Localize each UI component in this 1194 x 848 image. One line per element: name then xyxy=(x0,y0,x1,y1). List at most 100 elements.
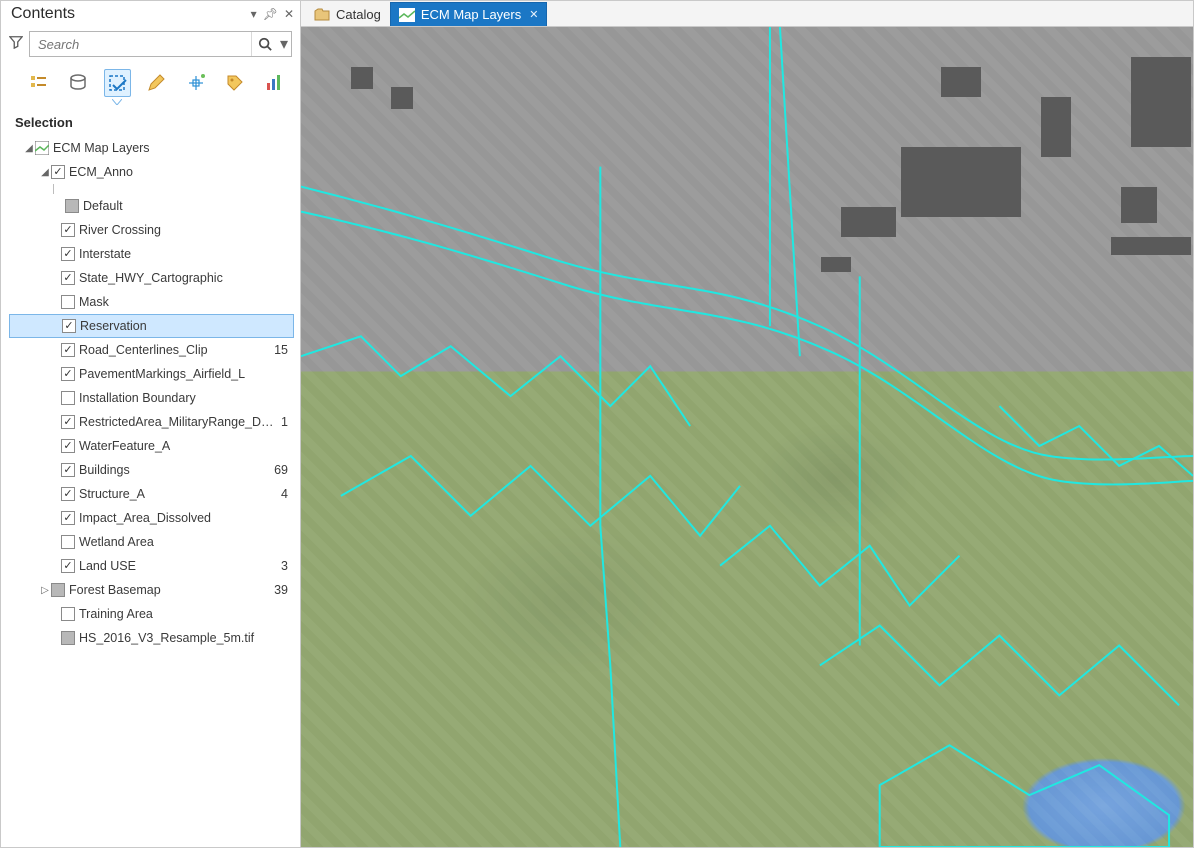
tree-root-label: ECM Map Layers xyxy=(53,141,288,155)
tree-connector xyxy=(53,184,294,194)
contents-panel: Contents ▾ 📌︎ ✕ ▾ Selection ◢ xyxy=(1,1,301,847)
tab-catalog[interactable]: Catalog xyxy=(305,2,390,26)
layer-checkbox[interactable] xyxy=(61,223,75,237)
search-box: ▾ xyxy=(29,31,292,57)
pin-icon[interactable]: 📌︎ xyxy=(263,7,278,21)
layer-label: Training Area xyxy=(79,607,288,621)
feature-count: 39 xyxy=(268,583,288,597)
layer-checkbox[interactable] xyxy=(61,295,75,309)
tree-root[interactable]: ◢ ECM Map Layers xyxy=(9,136,294,160)
layer-row[interactable]: Interstate xyxy=(9,242,294,266)
tree-item-training[interactable]: Training Area xyxy=(9,602,294,626)
layer-row[interactable]: Structure_A4 xyxy=(9,482,294,506)
tree-item-raster[interactable]: HS_2016_V3_Resample_5m.tif xyxy=(9,626,294,650)
layer-checkbox[interactable] xyxy=(61,535,75,549)
layer-checkbox[interactable] xyxy=(61,343,75,357)
panel-header-controls: ▾ 📌︎ ✕ xyxy=(251,7,294,21)
layer-label: RestrictedArea_MilitaryRange_Dissolve xyxy=(79,415,275,429)
view-tabbar: Catalog ECM Map Layers ✕ xyxy=(301,1,1193,27)
layer-checkbox[interactable] xyxy=(61,607,75,621)
layer-checkbox[interactable] xyxy=(61,487,75,501)
tree-item-default[interactable]: Default xyxy=(9,194,294,218)
list-by-selection-icon[interactable] xyxy=(104,69,131,97)
close-tab-icon[interactable]: ✕ xyxy=(529,8,538,21)
tab-map-layers[interactable]: ECM Map Layers ✕ xyxy=(390,2,548,26)
layer-checkbox[interactable] xyxy=(62,319,76,333)
collapse-icon[interactable]: ◢ xyxy=(39,167,51,178)
layer-row[interactable]: River Crossing xyxy=(9,218,294,242)
main-area: Catalog ECM Map Layers ✕ xyxy=(301,1,1193,847)
layer-row[interactable]: Land USE3 xyxy=(9,554,294,578)
layer-row[interactable]: RestrictedArea_MilitaryRange_Dissolve1 xyxy=(9,410,294,434)
menu-dropdown-icon[interactable]: ▾ xyxy=(251,7,257,21)
layer-label: Reservation xyxy=(80,319,281,333)
search-input[interactable] xyxy=(30,37,251,52)
collapse-icon[interactable]: ◢ xyxy=(23,143,35,154)
layer-label: ECM_Anno xyxy=(69,165,288,179)
layer-label: HS_2016_V3_Resample_5m.tif xyxy=(79,631,288,645)
layer-label: Road_Centerlines_Clip xyxy=(79,343,268,357)
layer-row[interactable]: Reservation xyxy=(9,314,294,338)
layer-checkbox[interactable] xyxy=(61,415,75,429)
layer-checkbox[interactable] xyxy=(61,391,75,405)
list-by-source-icon[interactable] xyxy=(64,69,91,97)
layer-checkbox[interactable] xyxy=(61,559,75,573)
layer-row[interactable]: Mask xyxy=(9,290,294,314)
layer-row[interactable]: Installation Boundary xyxy=(9,386,294,410)
tree-group-forest[interactable]: ▷ Forest Basemap 39 xyxy=(9,578,294,602)
feature-count: 1 xyxy=(275,415,288,429)
layer-row[interactable]: State_HWY_Cartographic xyxy=(9,266,294,290)
layer-checkbox[interactable] xyxy=(51,165,65,179)
layer-row[interactable]: Buildings69 xyxy=(9,458,294,482)
section-label: Selection xyxy=(1,105,300,136)
layer-label: Interstate xyxy=(79,247,282,261)
layer-checkbox[interactable] xyxy=(61,271,75,285)
symbol-swatch xyxy=(61,631,75,645)
list-by-snapping-icon[interactable] xyxy=(182,69,209,97)
tab-label: ECM Map Layers xyxy=(421,7,521,22)
layer-label: Land USE xyxy=(79,559,275,573)
layer-list: River Crossing Interstate State_HWY_Cartog… xyxy=(9,218,294,578)
layer-label: Default xyxy=(83,199,288,213)
layer-row[interactable]: Wetland Area xyxy=(9,530,294,554)
layer-label: Impact_Area_Dissolved xyxy=(79,511,282,525)
layer-checkbox[interactable] xyxy=(61,367,75,381)
layer-checkbox[interactable] xyxy=(61,247,75,261)
layer-label: Structure_A xyxy=(79,487,275,501)
filter-icon[interactable] xyxy=(9,35,23,54)
layer-row[interactable]: Road_Centerlines_Clip15 xyxy=(9,338,294,362)
feature-count: 69 xyxy=(268,463,288,477)
layer-label: WaterFeature_A xyxy=(79,439,282,453)
layer-label: Forest Basemap xyxy=(69,583,268,597)
catalog-icon xyxy=(314,8,330,22)
list-by-editing-icon[interactable] xyxy=(143,69,170,97)
map-view[interactable] xyxy=(301,27,1193,847)
layer-checkbox[interactable] xyxy=(61,439,75,453)
symbol-swatch xyxy=(51,583,65,597)
search-button[interactable] xyxy=(251,32,277,56)
panel-header: Contents ▾ 📌︎ ✕ xyxy=(1,1,300,27)
layer-row[interactable]: PavementMarkings_Airfield_L xyxy=(9,362,294,386)
tree-group-anno[interactable]: ◢ ECM_Anno xyxy=(9,160,294,184)
layer-label: PavementMarkings_Airfield_L xyxy=(79,367,282,381)
layer-label: River Crossing xyxy=(79,223,282,237)
panel-title: Contents xyxy=(11,5,75,23)
layer-checkbox[interactable] xyxy=(61,463,75,477)
feature-count: 3 xyxy=(275,559,288,573)
panel-toolbar xyxy=(1,63,300,101)
map-icon xyxy=(399,8,415,22)
layer-row[interactable]: Impact_Area_Dissolved xyxy=(9,506,294,530)
list-by-drawing-order-icon[interactable] xyxy=(25,69,52,97)
layer-tree: ◢ ECM Map Layers ◢ ECM_Anno Default Rive… xyxy=(1,136,300,650)
map-selection-overlay xyxy=(301,27,1193,847)
layer-label: State_HWY_Cartographic xyxy=(79,271,282,285)
feature-count: 4 xyxy=(275,487,288,501)
map-icon xyxy=(35,141,49,155)
layer-row[interactable]: WaterFeature_A xyxy=(9,434,294,458)
list-by-labeling-icon[interactable] xyxy=(221,69,248,97)
search-dropdown-icon[interactable]: ▾ xyxy=(277,34,291,54)
expand-icon[interactable]: ▷ xyxy=(39,585,51,596)
close-icon[interactable]: ✕ xyxy=(284,7,294,21)
layer-checkbox[interactable] xyxy=(61,511,75,525)
list-by-chart-icon[interactable] xyxy=(261,69,288,97)
